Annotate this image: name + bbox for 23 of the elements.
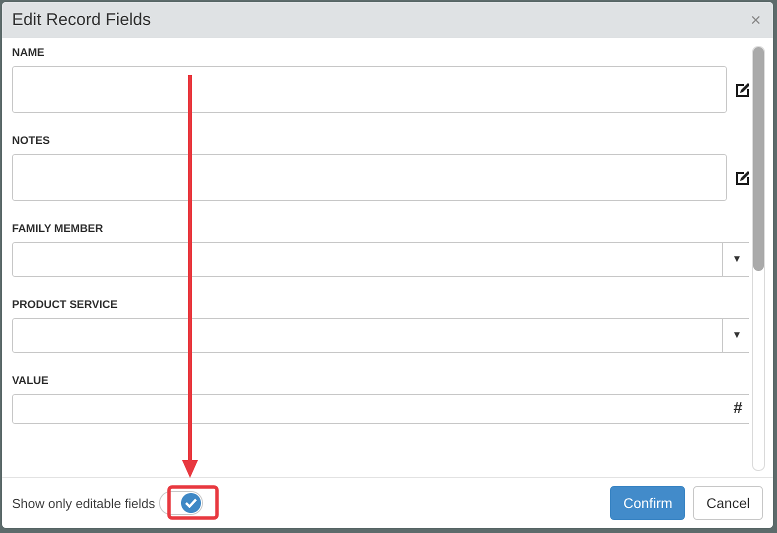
edit-button[interactable] (735, 82, 749, 98)
toggle-label: Show only editable fields (12, 496, 156, 510)
field-label: NAME (12, 47, 46, 59)
edit-icon (735, 82, 749, 98)
edit-button[interactable] (735, 170, 749, 186)
select-field[interactable]: ▼ (12, 242, 749, 277)
cancel-button[interactable]: Cancel (693, 486, 763, 520)
field-label: FAMILY MEMBER (12, 223, 104, 235)
text-area-field[interactable] (12, 66, 727, 113)
highlight-frame (167, 485, 219, 520)
edit-icon (735, 170, 749, 186)
scrollbar[interactable] (752, 46, 765, 471)
hash-sign: # (732, 399, 744, 419)
field-label: VALUE (12, 375, 50, 387)
number-field[interactable]: # (12, 394, 749, 424)
field-label: PRODUCT SERVICE (12, 299, 119, 311)
check-icon (185, 498, 198, 508)
toggle-switch[interactable] (159, 491, 204, 515)
field-label: NOTES (12, 135, 51, 147)
confirm-button[interactable]: Confirm (610, 486, 686, 520)
dialog-title: Edit Record Fields (12, 10, 151, 30)
select-field[interactable]: ▼ (12, 318, 749, 353)
text-area-field[interactable] (12, 154, 727, 201)
